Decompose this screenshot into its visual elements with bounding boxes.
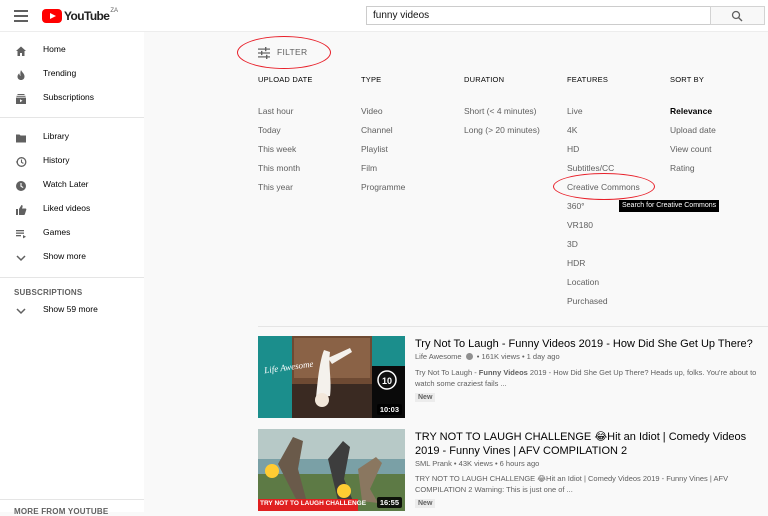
video-thumbnail[interactable]: 10 Life Awesome 10:03	[258, 336, 405, 418]
channel-name[interactable]: Life Awesome	[415, 352, 462, 361]
sort-option[interactable]: Upload date	[670, 125, 716, 135]
tooltip: Search for Creative Commons	[619, 200, 720, 212]
filter-heading-sort-by: SORT BY	[670, 75, 705, 84]
search-icon	[731, 10, 743, 22]
video-meta: Life Awesome • 161K views • 1 day ago	[415, 352, 560, 361]
filter-option[interactable]: Playlist	[361, 144, 388, 154]
logo-wordmark: YouTube	[64, 9, 110, 23]
filter-option[interactable]: VR180	[567, 220, 593, 230]
home-icon	[16, 46, 26, 56]
subscriptions-icon	[16, 94, 26, 104]
video-duration: 10:03	[376, 404, 402, 415]
new-badge: New	[415, 499, 436, 508]
sidebar-item-subscriptions[interactable]: Subscriptions	[0, 88, 144, 110]
youtube-play-icon	[42, 9, 62, 23]
filter-option[interactable]: Live	[567, 106, 583, 116]
view-count: 161K views	[481, 352, 520, 361]
sidebar-item-games[interactable]: Games	[0, 223, 144, 245]
subscriptions-heading: SUBSCRIPTIONS	[14, 288, 83, 297]
video-title[interactable]: TRY NOT TO LAUGH CHALLENGE 😂Hit an Idiot…	[415, 430, 760, 458]
filter-heading-upload-date: UPLOAD DATE	[258, 75, 313, 84]
sidebar-item-history[interactable]: History	[0, 151, 144, 173]
channel-name[interactable]: SML Prank	[415, 459, 452, 468]
sidebar-item-show-more[interactable]: Show more	[0, 247, 144, 269]
filter-option[interactable]: 3D	[567, 239, 578, 249]
youtube-logo[interactable]: YouTube ZA	[42, 8, 118, 24]
search-button[interactable]	[710, 6, 765, 25]
filter-heading-duration: DURATION	[464, 75, 505, 84]
annotation-circle-filter	[237, 36, 331, 69]
thumbs-up-icon	[16, 205, 27, 215]
video-thumbnail[interactable]: TRY NOT TO LAUGH CHALLENGE 16:55	[258, 429, 405, 511]
svg-text:10: 10	[382, 376, 392, 386]
filter-option[interactable]: Subtitles/CC	[567, 163, 614, 173]
sidebar-item-trending[interactable]: Trending	[0, 64, 144, 86]
library-icon	[16, 134, 26, 143]
thumbnail-caption: TRY NOT TO LAUGH CHALLENGE	[260, 500, 367, 507]
filter-heading-features: FEATURES	[567, 75, 609, 84]
sidebar: Home Trending Subscriptions Library Hist…	[0, 32, 144, 516]
video-title[interactable]: Try Not To Laugh - Funny Videos 2019 - H…	[415, 337, 760, 351]
filter-option[interactable]: Channel	[361, 125, 393, 135]
upload-age: 6 hours ago	[499, 459, 540, 468]
video-description: TRY NOT TO LAUGH CHALLENGE 😂Hit an Idiot…	[415, 474, 729, 494]
filter-option[interactable]: Film	[361, 163, 377, 173]
view-count: 43K views	[458, 459, 493, 468]
sidebar-divider	[0, 117, 144, 118]
sidebar-divider	[0, 277, 144, 278]
upload-age: 1 day ago	[526, 352, 560, 361]
chevron-down-icon	[16, 308, 26, 315]
video-duration: 16:55	[376, 497, 402, 508]
search-input[interactable]: funny videos	[366, 6, 711, 25]
filter-option[interactable]: This week	[258, 144, 296, 154]
filter-option[interactable]: Today	[258, 125, 281, 135]
trending-icon	[17, 70, 25, 80]
filter-option[interactable]: HDR	[567, 258, 585, 268]
region-code: ZA	[110, 8, 119, 14]
history-icon	[15, 157, 27, 167]
filter-option[interactable]: 360°	[567, 201, 585, 211]
verified-icon	[465, 353, 473, 360]
sidebar-divider	[0, 499, 144, 500]
filter-option[interactable]: Programme	[361, 182, 405, 192]
filter-option[interactable]: This month	[258, 163, 300, 173]
top-bar: YouTube ZA funny videos	[0, 0, 768, 32]
filter-option[interactable]: Last hour	[258, 106, 293, 116]
sidebar-item-library[interactable]: Library	[0, 127, 144, 149]
filter-option[interactable]: Location	[567, 277, 599, 287]
annotation-circle-creative-commons	[553, 173, 655, 200]
filter-option[interactable]: 4K	[567, 125, 577, 135]
watch-later-icon	[16, 181, 26, 191]
video-meta: SML Prank • 43K views • 6 hours ago	[415, 459, 540, 468]
video-description: Try Not To Laugh - Funny Videos 2019 - H…	[415, 368, 757, 388]
filter-option[interactable]: Long (> 20 minutes)	[464, 125, 540, 135]
sidebar-item-home[interactable]: Home	[0, 40, 144, 62]
show-more-subscriptions[interactable]: Show 59 more	[0, 300, 144, 322]
filter-heading-type: TYPE	[361, 75, 382, 84]
sidebar-item-liked-videos[interactable]: Liked videos	[0, 199, 144, 221]
sort-option[interactable]: View count	[670, 144, 711, 154]
menu-icon[interactable]	[14, 10, 28, 22]
sidebar-item-watch-later[interactable]: Watch Later	[0, 175, 144, 197]
filter-option[interactable]: HD	[567, 144, 579, 154]
sort-option[interactable]: Rating	[670, 163, 695, 173]
filter-option[interactable]: Short (< 4 minutes)	[464, 106, 537, 116]
chevron-down-icon	[16, 255, 26, 262]
filter-option[interactable]: Video	[361, 106, 383, 116]
filter-option[interactable]: Purchased	[567, 296, 608, 306]
filter-option[interactable]: This year	[258, 182, 293, 192]
sort-option-selected[interactable]: Relevance	[670, 106, 712, 116]
results-divider	[258, 326, 768, 327]
new-badge: New	[415, 393, 436, 402]
playlist-icon	[16, 230, 26, 239]
